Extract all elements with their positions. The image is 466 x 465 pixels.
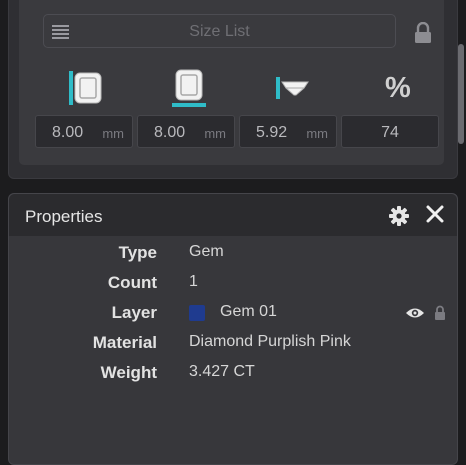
property-row-layer[interactable]: Layer Gem 01 [9, 301, 457, 325]
width-field[interactable]: 8.00 mm [35, 115, 133, 148]
property-value: 1 [189, 273, 198, 290]
gem-size-inner: Size List % 8.00 mm 8.00 mm 5.92 mm 74 [19, 0, 444, 165]
height-value: 5.92 [256, 124, 288, 141]
gem-height-icon[interactable] [270, 68, 310, 108]
property-key: Material [92, 333, 157, 352]
close-icon[interactable] [425, 204, 445, 224]
width-unit: mm [102, 126, 124, 141]
property-row-count: Count 1 [9, 271, 457, 295]
percent-icon: % [385, 72, 411, 104]
length-unit: mm [204, 126, 226, 141]
gear-icon[interactable] [389, 206, 409, 226]
property-value: 3.427 CT [189, 363, 255, 380]
length-value: 8.00 [154, 124, 186, 141]
lock-icon[interactable] [414, 22, 432, 44]
property-row-type: Type Gem [9, 241, 457, 265]
size-list-button[interactable]: Size List [43, 14, 396, 48]
length-field[interactable]: 8.00 mm [137, 115, 235, 148]
gem-length-icon[interactable] [169, 68, 209, 108]
layer-lock-icon[interactable] [434, 305, 446, 320]
percent-value: 74 [381, 124, 399, 141]
layer-name: Gem 01 [220, 303, 277, 320]
gem-size-panel: Size List % 8.00 mm 8.00 mm 5.92 mm 74 [8, 0, 464, 179]
property-key: Count [107, 273, 157, 292]
layer-color-swatch[interactable] [189, 305, 205, 321]
height-unit: mm [306, 126, 328, 141]
scrollbar[interactable] [458, 44, 464, 144]
eye-icon[interactable] [405, 305, 425, 321]
property-row-weight: Weight 3.427 CT [9, 361, 457, 385]
gem-width-icon[interactable] [65, 68, 105, 108]
property-key: Type [118, 243, 157, 262]
width-value: 8.00 [52, 124, 84, 141]
properties-title: Properties [25, 207, 103, 226]
size-list-label: Size List [189, 23, 250, 40]
property-value: Gem [189, 243, 224, 260]
properties-header: Properties [9, 194, 457, 236]
property-key: Weight [100, 363, 157, 382]
properties-panel: Properties Type Gem Count 1 Layer Gem 01… [8, 193, 458, 465]
property-key: Layer [111, 303, 157, 322]
property-value: Diamond Purplish Pink [189, 333, 351, 350]
height-field[interactable]: 5.92 mm [239, 115, 337, 148]
percent-field[interactable]: 74 [341, 115, 439, 148]
property-row-material: Material Diamond Purplish Pink [9, 331, 457, 355]
